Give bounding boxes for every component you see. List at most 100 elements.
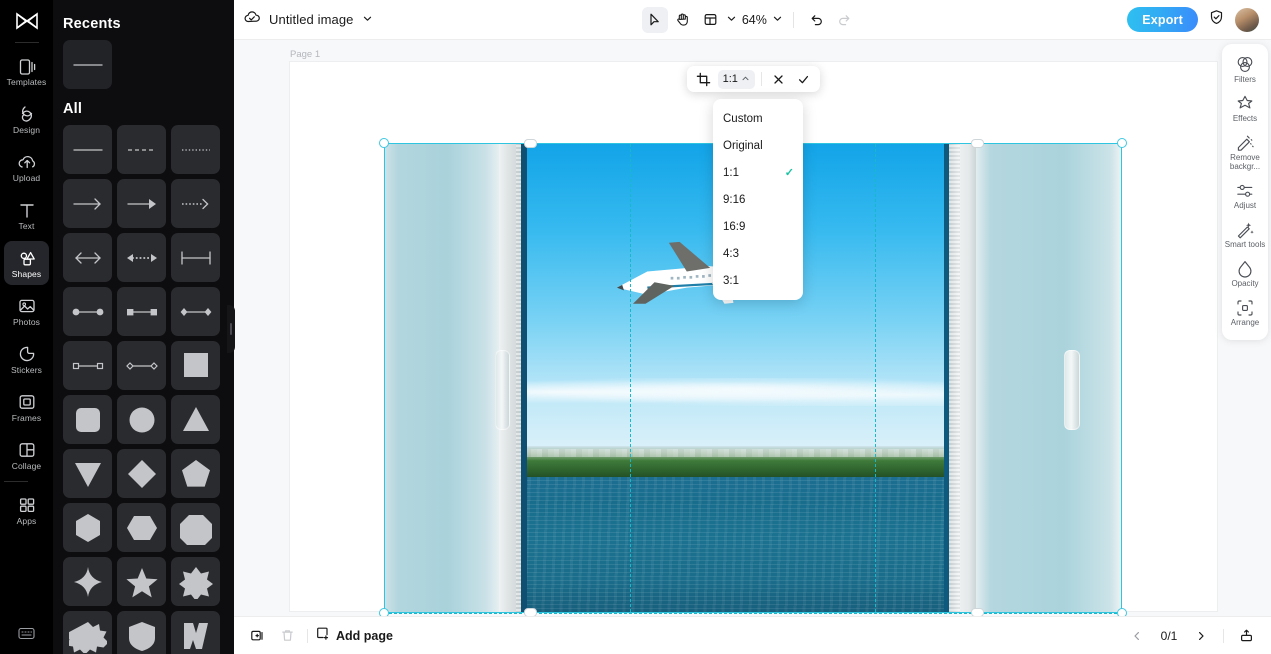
crop-handle-top-left[interactable] bbox=[379, 138, 389, 148]
ratio-option-3-1[interactable]: 3:1 bbox=[713, 267, 803, 294]
shape-dashed-line[interactable] bbox=[117, 125, 166, 174]
shape-line[interactable] bbox=[63, 125, 112, 174]
shape-small-square-endpoints-line[interactable] bbox=[63, 341, 112, 390]
trash-icon[interactable] bbox=[274, 623, 300, 649]
bottom-divider bbox=[307, 628, 308, 643]
pentagon-icon bbox=[181, 459, 210, 487]
dock-item-arrange[interactable]: Arrange bbox=[1224, 295, 1266, 330]
layout-chevron-down-icon[interactable] bbox=[726, 11, 737, 29]
capcut-logo-icon[interactable] bbox=[8, 6, 46, 36]
aspect-ratio-chip[interactable]: 1:1 bbox=[717, 69, 755, 89]
sidebar-item-collage[interactable]: Collage bbox=[4, 433, 49, 477]
confirm-crop-button[interactable] bbox=[792, 69, 814, 89]
sidebar-item-design[interactable]: Design bbox=[4, 97, 49, 141]
shape-circle-endpoints-line[interactable] bbox=[63, 287, 112, 336]
sidebar-item-apps[interactable]: Apps bbox=[4, 488, 49, 532]
shape-shield[interactable] bbox=[117, 611, 166, 654]
shape-double-arrow[interactable] bbox=[63, 233, 112, 282]
dock-item-filters[interactable]: Filters bbox=[1224, 52, 1266, 87]
shape-small-diamond-endpoints-line[interactable] bbox=[117, 341, 166, 390]
top-toolbar: Untitled image 64% Export bbox=[234, 0, 1271, 40]
dock-item-adjust[interactable]: Adjust bbox=[1224, 178, 1266, 213]
chevron-right-icon[interactable] bbox=[1188, 623, 1214, 649]
shape-triangle-down[interactable] bbox=[63, 449, 112, 498]
shape-dimension-line[interactable] bbox=[171, 233, 220, 282]
dock-item-smart-tools[interactable]: Smart tools bbox=[1224, 217, 1266, 252]
keyboard-shortcuts-icon[interactable] bbox=[0, 627, 53, 640]
shape-arrow-solid[interactable] bbox=[117, 179, 166, 228]
hand-tool-button[interactable] bbox=[670, 7, 696, 33]
crop-handle-top-mid-right[interactable] bbox=[971, 139, 984, 148]
ratio-option-4-3[interactable]: 4:3 bbox=[713, 240, 803, 267]
sidebar-item-frames[interactable]: Frames bbox=[4, 385, 49, 429]
shape-hexagon-horizontal[interactable] bbox=[117, 503, 166, 552]
shape-diamond[interactable] bbox=[117, 449, 166, 498]
sidebar-item-templates[interactable]: Templates bbox=[4, 49, 49, 93]
crop-handle-bottom-mid[interactable] bbox=[524, 608, 537, 616]
crop-handle-bottom-left[interactable] bbox=[379, 608, 389, 616]
shield-check-icon[interactable] bbox=[1208, 9, 1225, 31]
chevron-down-icon[interactable] bbox=[362, 11, 373, 29]
layout-tool-button[interactable] bbox=[698, 7, 724, 33]
sidebar-item-shapes[interactable]: Shapes bbox=[4, 241, 49, 285]
crop-handle-bottom-right[interactable] bbox=[1117, 608, 1127, 616]
shape-chevron[interactable] bbox=[171, 611, 220, 654]
avatar[interactable] bbox=[1234, 7, 1259, 32]
shape-rounded-square[interactable] bbox=[63, 395, 112, 444]
shape-circle[interactable] bbox=[117, 395, 166, 444]
shape-dotted-arrow[interactable] bbox=[171, 179, 220, 228]
zoom-level-value[interactable]: 64% bbox=[739, 13, 770, 27]
redo-button[interactable] bbox=[832, 7, 858, 33]
chevron-left-icon[interactable] bbox=[1124, 623, 1150, 649]
shape-hexagon-vertical[interactable] bbox=[63, 503, 112, 552]
add-page-button[interactable]: Add page bbox=[315, 626, 393, 646]
shape-triangle-up[interactable] bbox=[171, 395, 220, 444]
sidebar-item-photos[interactable]: Photos bbox=[4, 289, 49, 333]
toolbar-divider bbox=[792, 11, 794, 28]
dock-item-label: Smart tools bbox=[1224, 240, 1266, 249]
panel-collapse-handle[interactable] bbox=[227, 305, 235, 353]
zoom-chevron-down-icon[interactable] bbox=[772, 11, 783, 29]
export-button[interactable]: Export bbox=[1127, 7, 1198, 32]
dock-item-remove-backgr[interactable]: Remove backgr... bbox=[1224, 130, 1266, 174]
recent-shape-line[interactable] bbox=[63, 40, 112, 89]
dock-item-effects[interactable]: Effects bbox=[1224, 91, 1266, 126]
ratio-option-9-16[interactable]: 9:16 bbox=[713, 186, 803, 213]
sidebar-item-stickers[interactable]: Stickers bbox=[4, 337, 49, 381]
shape-six-point-star[interactable] bbox=[171, 557, 220, 606]
crop-handle-top-mid[interactable] bbox=[524, 139, 537, 148]
shape-dotted-double-arrow[interactable] bbox=[117, 233, 166, 282]
crop-handle-top-right[interactable] bbox=[1117, 138, 1127, 148]
bottom-toolbar: Add page 0/1 bbox=[234, 616, 1271, 654]
window-pane-left bbox=[384, 143, 500, 613]
page-navigator: 0/1 bbox=[1124, 623, 1259, 649]
shape-diamond-endpoints-line[interactable] bbox=[171, 287, 220, 336]
aspect-ratio-value: 1:1 bbox=[722, 73, 738, 85]
dock-item-opacity[interactable]: Opacity bbox=[1224, 256, 1266, 291]
shape-dotted-line[interactable] bbox=[171, 125, 220, 174]
sidebar-item-upload[interactable]: Upload bbox=[4, 145, 49, 189]
shape-octagon[interactable] bbox=[171, 503, 220, 552]
undo-button[interactable] bbox=[804, 7, 830, 33]
sidebar-item-text[interactable]: Text bbox=[4, 193, 49, 237]
shape-four-point-star[interactable] bbox=[63, 557, 112, 606]
cancel-crop-button[interactable] bbox=[768, 69, 790, 89]
shape-burst[interactable] bbox=[63, 611, 112, 654]
shapes-icon bbox=[16, 247, 38, 268]
ratio-option-original[interactable]: Original bbox=[713, 132, 803, 159]
shape-pentagon[interactable] bbox=[171, 449, 220, 498]
ratio-option-custom[interactable]: Custom bbox=[713, 105, 803, 132]
ratio-option-1-1[interactable]: 1:1 ✓ bbox=[713, 159, 803, 186]
ratio-option-label: 3:1 bbox=[723, 274, 739, 287]
shape-square-endpoints-line[interactable] bbox=[117, 287, 166, 336]
select-tool-button[interactable] bbox=[641, 6, 668, 33]
export-image-icon[interactable] bbox=[1233, 623, 1259, 649]
shape-square[interactable] bbox=[171, 341, 220, 390]
duplicate-page-icon[interactable] bbox=[244, 623, 270, 649]
ratio-option-16-9[interactable]: 16:9 bbox=[713, 213, 803, 240]
crop-handle-bottom-mid-right[interactable] bbox=[971, 608, 984, 616]
crop-icon[interactable] bbox=[693, 69, 715, 89]
shape-arrow-thin[interactable] bbox=[63, 179, 112, 228]
document-title-group[interactable]: Untitled image bbox=[244, 10, 373, 30]
shape-five-point-star[interactable] bbox=[117, 557, 166, 606]
